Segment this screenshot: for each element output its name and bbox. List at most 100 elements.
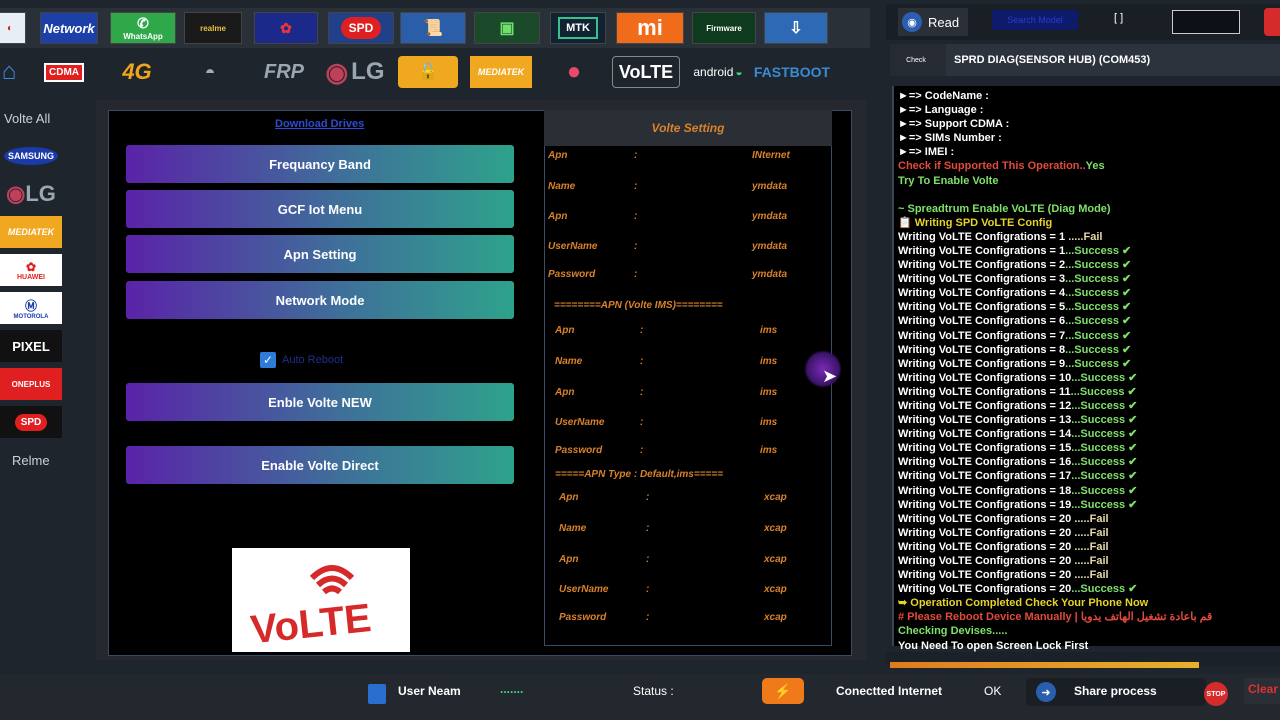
mtk-button[interactable]: MTK [550, 12, 606, 44]
apn-setting-button[interactable]: Apn Setting [126, 235, 514, 273]
sidebar-item-oneplus[interactable]: ONEPLUS [0, 368, 62, 400]
volte-row-val: INternet [752, 150, 790, 161]
log-line: Try To Enable Volte [898, 174, 1276, 188]
network-button[interactable]: Network [40, 12, 98, 44]
brand-sidebar: Volte All SAMSUNG ◉ LG MEDIATEK ✿ HUAWEI Ⓜ… [0, 100, 70, 480]
spd-label: SPD [14, 413, 48, 431]
volte-row-sep: : [640, 325, 644, 336]
volte-row-sep: : [646, 554, 650, 565]
volte-row-val: ims [760, 445, 778, 456]
android-icon: ◒ [735, 65, 743, 79]
sidebar-item-spd[interactable]: SPD [0, 406, 62, 438]
log-line: ➥ Operation Completed Check Your Phone N… [898, 596, 1276, 610]
log-text: ►=> IMEI : [898, 146, 955, 159]
log-status: ...Success ✔ [1071, 371, 1138, 384]
volte-row-sep: : [634, 150, 638, 161]
log-text: Writing VoLTE Configrations = 19 [898, 498, 1072, 511]
lg-logo-icon: ◉ [6, 181, 26, 206]
sidebar-item-lg[interactable]: ◉ LG [0, 178, 62, 210]
plug-icon: ⚡ [762, 678, 804, 704]
fastboot-button[interactable]: FASTBOOT [754, 56, 830, 88]
log-status: ...Success ✔ [1070, 385, 1137, 398]
xiaomi-label: mi [637, 15, 663, 40]
enable-volte-new-button[interactable]: Enble Volte NEW [126, 383, 514, 421]
firmware-button[interactable]: Firmware [692, 12, 756, 44]
log-line: ►=> SIMs Number : [898, 131, 1276, 145]
whatsapp-button[interactable]: ✆ WhatsApp [110, 12, 176, 44]
log-status: .....Fail [1071, 526, 1109, 539]
log-line: 📋 Writing SPD VoLTE Config [898, 216, 1276, 230]
mtk-label: MTK [558, 17, 598, 39]
lg-button[interactable]: ◉ LG [322, 56, 388, 88]
huawei-icon[interactable]: ✿ [254, 12, 318, 44]
enable-volte-direct-button[interactable]: Enable Volte Direct [126, 446, 514, 484]
log-status: ...Success ✔ [1071, 470, 1138, 483]
log-status: ...Success ✔ [1071, 399, 1138, 412]
volte-row-val: ymdata [752, 211, 788, 222]
log-status: ...Success ✔ [1071, 414, 1138, 427]
sidebar-item-motorola[interactable]: Ⓜ MOTOROLA [0, 292, 62, 324]
log-text: 📋 Writing SPD VoLTE Config [898, 216, 1053, 229]
home-icon[interactable]: ⌂ [0, 56, 22, 88]
certificate-icon[interactable]: 📜 [400, 12, 466, 44]
youtube-icon[interactable] [1264, 8, 1280, 36]
frp-button[interactable]: FRP [256, 56, 312, 88]
sidebar-item-mediatek[interactable]: MEDIATEK [0, 216, 62, 248]
sim-icon[interactable]: ▣ [474, 12, 540, 44]
sidebar-item-pixel[interactable]: PIXEL [0, 330, 62, 362]
log-line: Writing VoLTE Configrations = 15...Succe… [898, 441, 1276, 455]
bracket-toggle[interactable]: [ ] [1114, 12, 1123, 24]
cdma-button[interactable]: CDMA [40, 56, 88, 88]
network-mode-button[interactable]: Network Mode [126, 281, 514, 319]
sidebar-item-samsung[interactable]: SAMSUNG [0, 140, 62, 172]
log-line: Writing VoLTE Configrations = 20 .....Fa… [898, 512, 1276, 526]
realme-button[interactable]: realme [184, 12, 242, 44]
volte-row-val: xcap [764, 612, 787, 623]
log-text: Check if Supported This Operation.. [898, 160, 1086, 173]
read-icon: ◉ [902, 12, 922, 32]
log-line: Writing VoLTE Configrations = 16...Succe… [898, 455, 1276, 469]
apn-type-section-title: =====APN Type : Default,ims===== [555, 469, 724, 480]
oneplus-label: ONEPLUS [11, 379, 51, 389]
frequency-band-button[interactable]: Frequancy Band [126, 145, 514, 183]
auto-reboot-checkbox[interactable]: ✓ [260, 352, 276, 368]
android-button[interactable]: android ◒ [686, 56, 750, 88]
log-text: Writing VoLTE Configrations = 20 [898, 512, 1072, 525]
stop-icon[interactable]: STOP [1204, 682, 1228, 706]
volte-row-key: Name [555, 356, 583, 367]
device-port-select[interactable]: SPRD DIAG(SENSOR HUB) (COM453) [946, 44, 1280, 76]
search-model-button[interactable]: Search Model [992, 10, 1078, 30]
download-drivers-link[interactable]: Download Drives [275, 118, 364, 130]
volte-row-key: Name [548, 181, 576, 192]
gcf-iot-menu-button[interactable]: GCF Iot Menu [126, 190, 514, 228]
model-input[interactable] [1172, 10, 1240, 34]
xiaomi-button[interactable]: mi [616, 12, 684, 44]
volte-row-val: xcap [764, 554, 787, 565]
4g-button[interactable]: 4G [112, 56, 162, 88]
huawei-label: HUAWEI [17, 273, 45, 281]
spd-button[interactable]: SPD [328, 12, 394, 44]
app-icon[interactable]: ◐ [0, 12, 26, 44]
4g-label: 4G [122, 59, 152, 84]
log-line: Writing VoLTE Configrations = 14...Succe… [898, 427, 1276, 441]
apple-icon[interactable]: ● [546, 56, 602, 88]
read-button[interactable]: ◉ Read [898, 8, 968, 36]
volte-row-sep: : [646, 612, 650, 623]
sidebar-item-huawei[interactable]: ✿ HUAWEI [0, 254, 62, 286]
log-text: Writing VoLTE Configrations = 1 [898, 244, 1066, 257]
log-text: ➥ Operation Completed Check Your Phone N… [898, 597, 1149, 610]
volte-row-sep: : [634, 181, 638, 192]
volte-row-sep: : [640, 445, 644, 456]
mediatek-button[interactable]: MEDIATEK [470, 56, 532, 88]
log-text: # Please Reboot Device Manually | قم باع… [898, 611, 1213, 624]
log-line: You Need To open Screen Lock First [898, 639, 1276, 653]
log-text: Try To Enable Volte [898, 174, 999, 187]
lock-icon[interactable]: 🔓 [398, 56, 458, 88]
log-text: Writing VoLTE Configrations = 15 [898, 442, 1072, 455]
mediatek-label: MEDIATEK [477, 67, 525, 77]
download-icon[interactable]: ⇩ [764, 12, 828, 44]
log-line: Writing VoLTE Configrations = 1...Succes… [898, 244, 1276, 258]
volte-button[interactable]: VoLTE [612, 56, 680, 88]
router-icon[interactable]: ◓ [180, 56, 240, 88]
check-button[interactable]: Check [894, 48, 938, 72]
